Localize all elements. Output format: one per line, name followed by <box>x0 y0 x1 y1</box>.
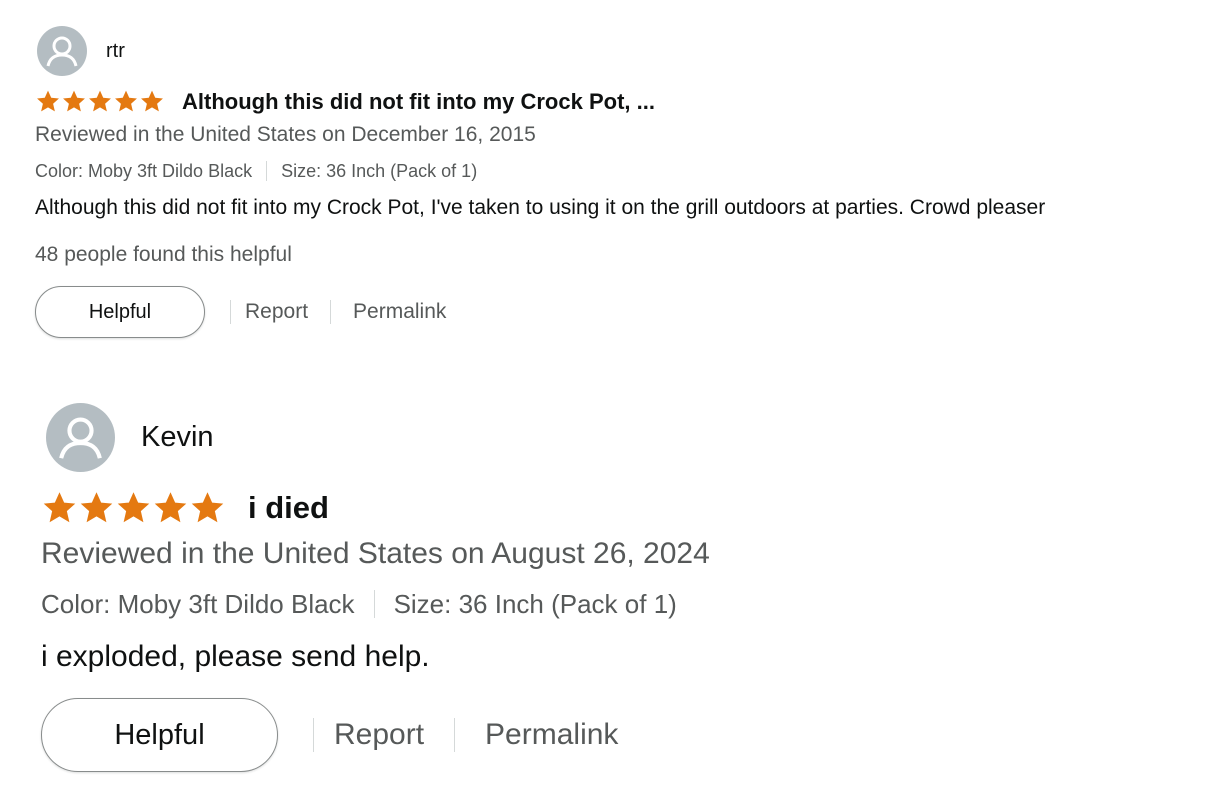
star-icon <box>43 492 76 523</box>
review-body: i exploded, please send help. <box>41 640 430 673</box>
review-actions: Helpful Report Permalink <box>41 698 618 772</box>
star-rating[interactable] <box>41 490 226 526</box>
star-icon <box>117 492 150 523</box>
helpful-button[interactable]: Helpful <box>41 698 278 772</box>
star-icon <box>154 492 187 523</box>
report-link[interactable]: Report <box>334 718 424 752</box>
action-divider <box>454 718 456 752</box>
user-avatar-icon <box>46 403 115 472</box>
star-icon <box>80 492 113 523</box>
star-icon <box>191 492 224 523</box>
variant-color: Color: Moby 3ft Dildo Black <box>41 588 355 619</box>
reviewer-name[interactable]: Kevin <box>141 421 214 454</box>
product-variant[interactable]: Color: Moby 3ft Dildo Black Size: 36 Inc… <box>41 587 677 621</box>
permalink-link[interactable]: Permalink <box>485 718 618 752</box>
action-divider <box>313 718 314 752</box>
review-title[interactable]: i died <box>248 490 329 526</box>
variant-divider <box>373 590 375 618</box>
review-card: Kevin i died Reviewed in the United Stat… <box>0 0 1226 794</box>
review-date: Reviewed in the United States on August … <box>41 537 710 570</box>
variant-size: Size: 36 Inch (Pack of 1) <box>393 588 677 619</box>
